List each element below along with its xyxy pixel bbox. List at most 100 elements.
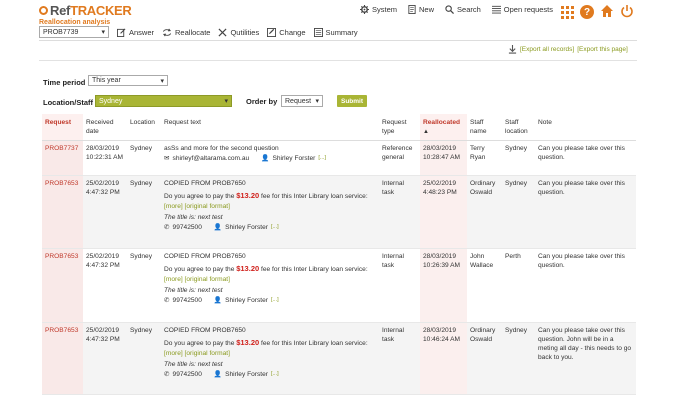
col-staff-name[interactable]: Staff name [467, 114, 502, 141]
new-label: New [419, 5, 435, 14]
note: Can you please take over this question. [535, 140, 636, 176]
col-request-text[interactable]: Request text [161, 114, 379, 141]
time-period-select[interactable]: This year ▾ [88, 75, 168, 86]
table-row[interactable]: PROB7653 25/02/2019 4:47:32 PM Sydney CO… [42, 248, 636, 323]
export-all-link[interactable]: [Export all records] [520, 46, 574, 53]
note: Can you please take over this question. [535, 248, 636, 323]
request-select-value: PROB7739 [43, 28, 79, 36]
answer-button[interactable]: Answer [117, 28, 154, 37]
request-type: Internal task [379, 175, 420, 249]
person-more-link[interactable]: [...] [271, 224, 279, 232]
staff-name: Ordinary Oswald [467, 322, 502, 395]
reallocated-date: 28/03/2019 10:46:24 AM [420, 322, 467, 395]
person-icon: 👤 [213, 370, 223, 378]
system-menu[interactable]: System [360, 5, 397, 14]
submit-button[interactable]: Submit [337, 95, 367, 107]
table-row[interactable]: PROB7737 28/03/2019 10:22:31 AM Sydney a… [42, 140, 636, 176]
reallocated-date: 28/03/2019 10:26:39 AM [420, 248, 467, 323]
question-before: Do you agree to pay the [164, 339, 237, 347]
answer-label: Answer [129, 27, 155, 37]
received-date: 25/02/2019 4:47:32 PM [83, 322, 127, 395]
logo-ring-icon [39, 6, 48, 15]
original-format-link[interactable]: [original format] [185, 350, 230, 357]
col-request-type[interactable]: Request type [379, 114, 420, 141]
phone-icon: ✆ [164, 296, 170, 304]
export-links: [Export all records] [Export this page] [508, 45, 628, 54]
col-request[interactable]: Request [42, 114, 83, 141]
person-name: Shirley Forster [225, 296, 268, 304]
reallocated-date: 25/02/2019 4:48:23 PM [420, 175, 467, 249]
question-before: Do you agree to pay the [164, 192, 237, 200]
title-line: The title is: next test [164, 360, 223, 368]
gear-icon [360, 5, 369, 14]
original-format-link[interactable]: [original format] [185, 276, 230, 283]
email-link[interactable]: shirleyf@altarama.com.au [173, 154, 250, 163]
new-button[interactable]: New [408, 5, 434, 14]
received-date: 25/02/2019 4:47:32 PM [83, 248, 127, 323]
location-staff-select[interactable]: Sydney ▾ [95, 95, 232, 107]
request-id-link[interactable]: PROB7737 [42, 140, 83, 176]
col-reallocated[interactable]: Reallocated ▲ [420, 114, 467, 141]
power-icon[interactable] [620, 4, 634, 20]
order-by-select[interactable]: Request ▾ [281, 95, 323, 107]
table-row[interactable]: PROB7653 25/02/2019 4:47:32 PM Sydney CO… [42, 322, 636, 395]
staff-name: Terry Ryan [467, 140, 502, 176]
home-icon[interactable] [600, 4, 614, 20]
new-document-icon [408, 5, 416, 14]
note: Can you please take over this question. … [535, 322, 636, 395]
more-link[interactable]: [more] [164, 276, 183, 283]
col-reallocated-label: Reallocated [423, 119, 461, 126]
request-id-link[interactable]: PROB7653 [42, 175, 83, 249]
received-date: 25/02/2019 4:47:32 PM [83, 175, 127, 249]
help-icon[interactable]: ? [580, 5, 594, 19]
reallocation-table: Request Received date Location Request t… [42, 114, 636, 395]
reallocate-icon [162, 28, 172, 36]
more-link[interactable]: [more] [164, 203, 183, 210]
copied-from: COPIED FROM PROB7650 [164, 179, 246, 187]
staff-location: Sydney [502, 175, 535, 249]
person-icon: 👤 [213, 223, 223, 231]
chevron-down-icon: ▾ [224, 98, 228, 105]
person-name: Shirley Forster [225, 370, 268, 378]
phone-number: 99742500 [172, 223, 202, 231]
col-location[interactable]: Location [127, 114, 161, 141]
export-page-link[interactable]: [Export this page] [577, 46, 628, 53]
order-by-label: Order by [246, 97, 278, 106]
request-select[interactable]: PROB7739 ▾ [39, 26, 109, 38]
logo-prefix: Ref [50, 3, 71, 18]
person-more-link[interactable]: [...] [318, 155, 326, 163]
more-link[interactable]: [more] [164, 350, 183, 357]
request-toolbar: PROB7739 ▾ Answer Reallocate Qutilities … [39, 26, 358, 38]
open-requests-button[interactable]: Open requests [491, 5, 553, 14]
time-period-label: Time period [43, 78, 86, 87]
apps-grid-icon[interactable] [560, 5, 574, 19]
summary-icon [313, 27, 323, 37]
person-more-link[interactable]: [...] [271, 297, 279, 305]
col-staff-location[interactable]: Staff location [502, 114, 535, 141]
original-format-link[interactable]: [original format] [185, 203, 230, 210]
change-button[interactable]: Change [267, 27, 306, 37]
reftracker-logo: Ref TRACKER Reallocation analysis [39, 3, 132, 26]
order-by-value: Request [285, 97, 312, 105]
note: Can you please take over this question. [535, 175, 636, 249]
top-navigation: System New Search Open requests [360, 5, 553, 14]
reallocate-button[interactable]: Reallocate [162, 28, 210, 37]
request-id-link[interactable]: PROB7653 [42, 322, 83, 395]
chevron-down-icon: ▾ [315, 98, 319, 105]
col-received-date[interactable]: Received date [83, 114, 127, 141]
question-after: fee for this Inter Library loan service: [259, 192, 368, 200]
location: Sydney [127, 248, 161, 323]
person-more-link[interactable]: [...] [271, 371, 279, 379]
request-id-link[interactable]: PROB7653 [42, 248, 83, 323]
search-button[interactable]: Search [445, 5, 481, 14]
fee-amount: $13.20 [236, 190, 260, 200]
logo-suffix: TRACKER [70, 3, 132, 18]
title-line: The title is: next test [164, 286, 223, 294]
col-note[interactable]: Note [535, 114, 636, 141]
summary-button[interactable]: Summary [313, 27, 358, 37]
time-period-value: This year [92, 77, 121, 84]
header-divider [39, 40, 637, 41]
table-row[interactable]: PROB7653 25/02/2019 4:47:32 PM Sydney CO… [42, 175, 636, 249]
location: Sydney [127, 322, 161, 395]
qutilities-button[interactable]: Qutilities [218, 28, 259, 37]
